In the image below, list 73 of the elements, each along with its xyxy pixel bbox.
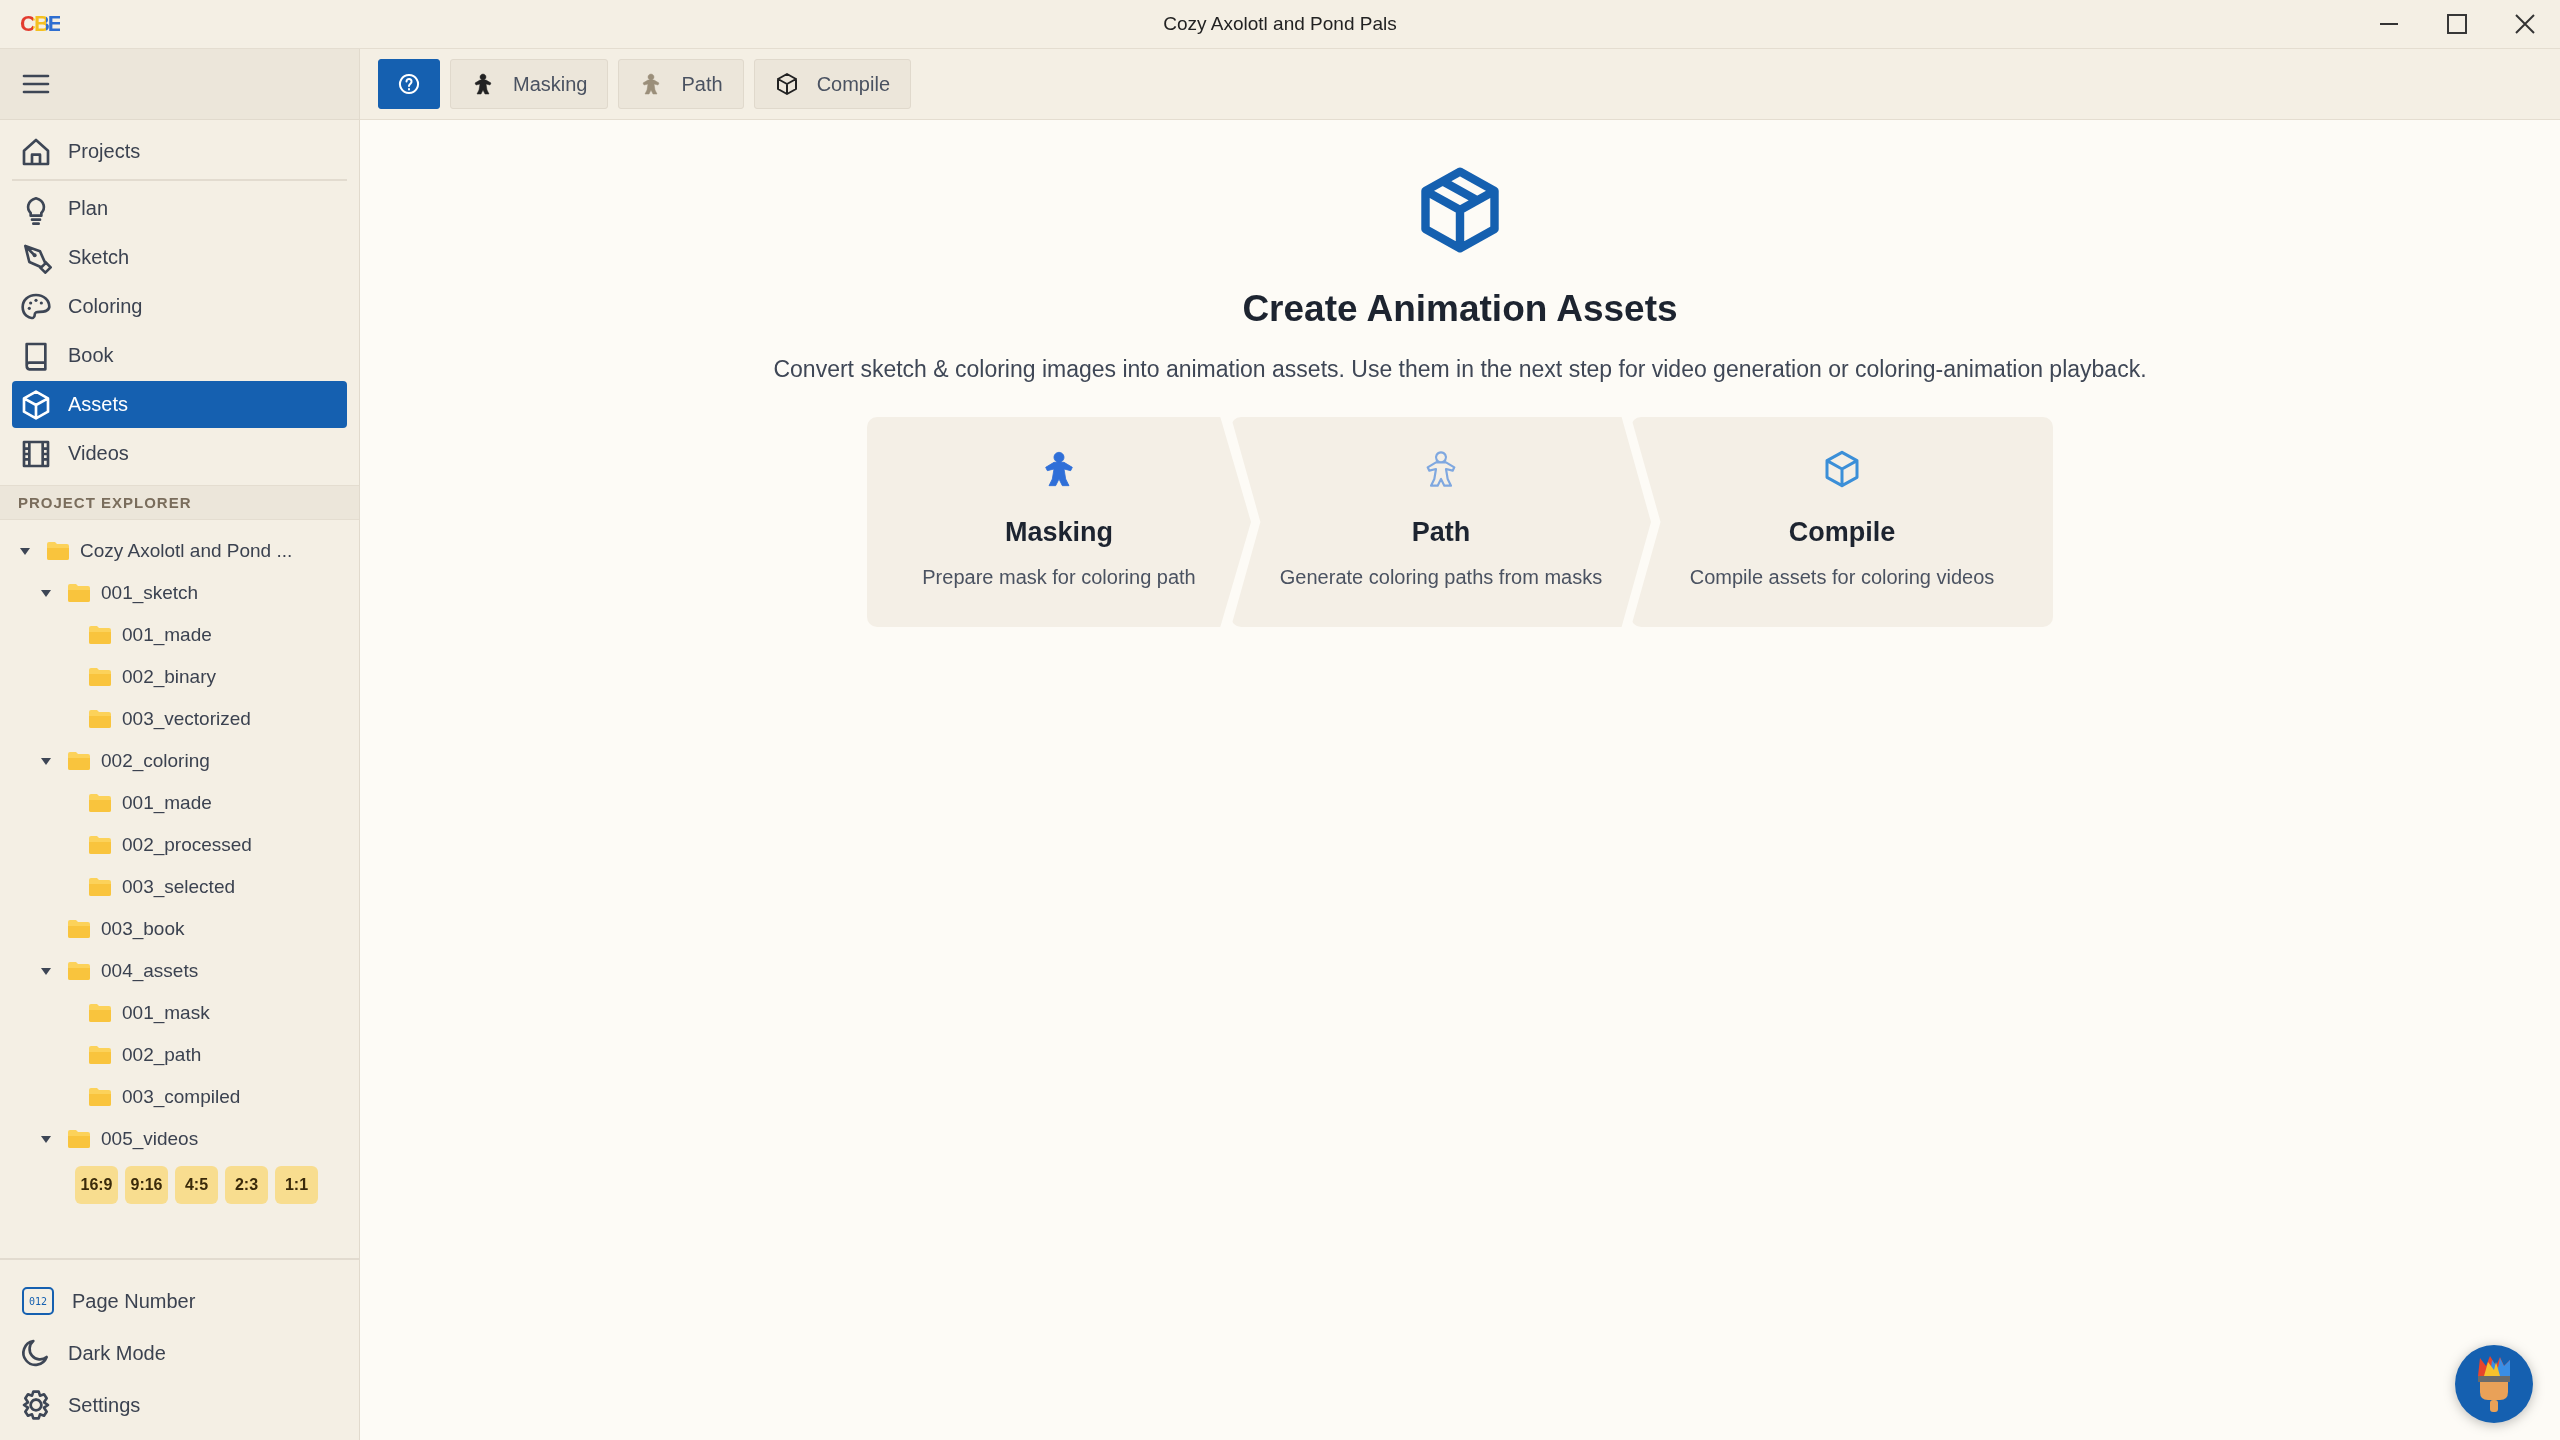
paintbrush-mascot-button[interactable] — [2454, 1344, 2534, 1424]
tree-item[interactable]: 002_coloring — [101, 750, 210, 772]
step-title: Masking — [1005, 517, 1113, 548]
section-header: PROJECT EXPLORER — [0, 485, 359, 520]
folder-icon — [88, 793, 112, 813]
folder-icon — [67, 583, 91, 603]
folder-icon — [88, 709, 112, 729]
ratio-chip[interactable]: 2:3 — [225, 1166, 268, 1204]
nav-item[interactable]: Plan — [12, 185, 347, 232]
nav-item[interactable]: Projects — [12, 128, 347, 175]
nav-item[interactable]: Coloring — [12, 283, 347, 330]
nav-item[interactable]: Settings — [12, 1380, 347, 1430]
page-description: Convert sketch & coloring images into animation assets. Use them in the next step for video generation or coloring-animation playback. — [773, 356, 2147, 383]
tree-item[interactable]: 003_book — [101, 918, 185, 940]
toolbar-button[interactable]: Masking — [450, 59, 609, 109]
toolbar-button[interactable]: Path — [618, 59, 744, 109]
folder-icon — [67, 961, 91, 981]
settings-icon — [20, 1389, 52, 1421]
folder-icon — [88, 1087, 112, 1107]
caret-icon[interactable] — [41, 967, 51, 975]
step-description: Compile assets for coloring videos — [1689, 566, 1995, 589]
nav-item[interactable]: Assets — [12, 381, 347, 428]
folder-icon — [88, 667, 112, 687]
ratio-chip[interactable]: 9:16 — [125, 1166, 168, 1204]
ratio-chip[interactable]: 4:5 — [175, 1166, 218, 1204]
tree-item[interactable]: 005_videos — [101, 1128, 199, 1150]
step-description: Prepare mask for coloring path — [922, 566, 1196, 589]
step-card[interactable]: Masking Prepare mask for coloring path — [867, 417, 1251, 627]
cube-icon — [20, 388, 52, 421]
tree-item[interactable]: 001_made — [122, 624, 212, 646]
folder-icon — [46, 541, 70, 561]
cube-icon — [774, 72, 799, 96]
folder-icon — [88, 625, 112, 645]
tree-item[interactable]: 002_path — [122, 1044, 202, 1066]
tree-item[interactable]: 003_vectorized — [122, 708, 251, 730]
folder-icon — [67, 919, 91, 939]
tree-item[interactable]: 003_compiled — [122, 1086, 241, 1108]
caret-icon[interactable] — [41, 589, 51, 597]
tree-item[interactable]: Cozy Axolotl and Pond ... — [80, 540, 293, 562]
tree-item[interactable]: 004_assets — [101, 960, 199, 982]
tree-item[interactable]: 003_selected — [122, 876, 236, 898]
tree-item[interactable]: 001_mask — [122, 1002, 210, 1024]
caret-icon[interactable] — [41, 757, 51, 765]
window-title: Cozy Axolotl and Pond Pals — [1163, 13, 1397, 35]
step-card[interactable]: Compile Compile assets for coloring videos — [1631, 417, 2053, 627]
step-title: Compile — [1788, 517, 1896, 548]
nav-item[interactable]: Videos — [12, 430, 347, 477]
tree-item[interactable]: 001_made — [122, 792, 212, 814]
page-title: Create Animation Assets — [1242, 288, 1678, 330]
page-number-icon: 012 — [22, 1287, 54, 1315]
tree-item[interactable]: 001_sketch — [101, 582, 199, 604]
folder-icon — [88, 1045, 112, 1065]
toolbar-button[interactable]: Compile — [753, 59, 911, 109]
nav-item[interactable]: 012 Page Number — [12, 1276, 347, 1326]
folder-icon — [88, 1003, 112, 1023]
help-icon — [397, 72, 421, 96]
nav-item[interactable]: Sketch — [12, 234, 347, 281]
folder-icon — [88, 877, 112, 897]
tree-item[interactable]: 002_binary — [122, 666, 217, 688]
folder-icon — [88, 835, 112, 855]
caret-icon[interactable] — [20, 547, 30, 555]
step-description: Generate coloring paths from masks — [1279, 566, 1603, 589]
ratio-chip[interactable]: 16:9 — [75, 1166, 118, 1204]
step-title: Path — [1411, 517, 1471, 548]
ratio-chip[interactable]: 1:1 — [275, 1166, 318, 1204]
help-button[interactable] — [378, 59, 440, 109]
folder-icon — [67, 751, 91, 771]
step-card[interactable]: Path Generate coloring paths from masks — [1231, 417, 1651, 627]
nav-item[interactable]: Dark Mode — [12, 1328, 347, 1378]
folder-icon — [67, 1129, 91, 1149]
tree-item[interactable]: 002_processed — [122, 834, 252, 856]
nav-item[interactable]: Book — [12, 332, 347, 379]
caret-icon[interactable] — [41, 1135, 51, 1143]
